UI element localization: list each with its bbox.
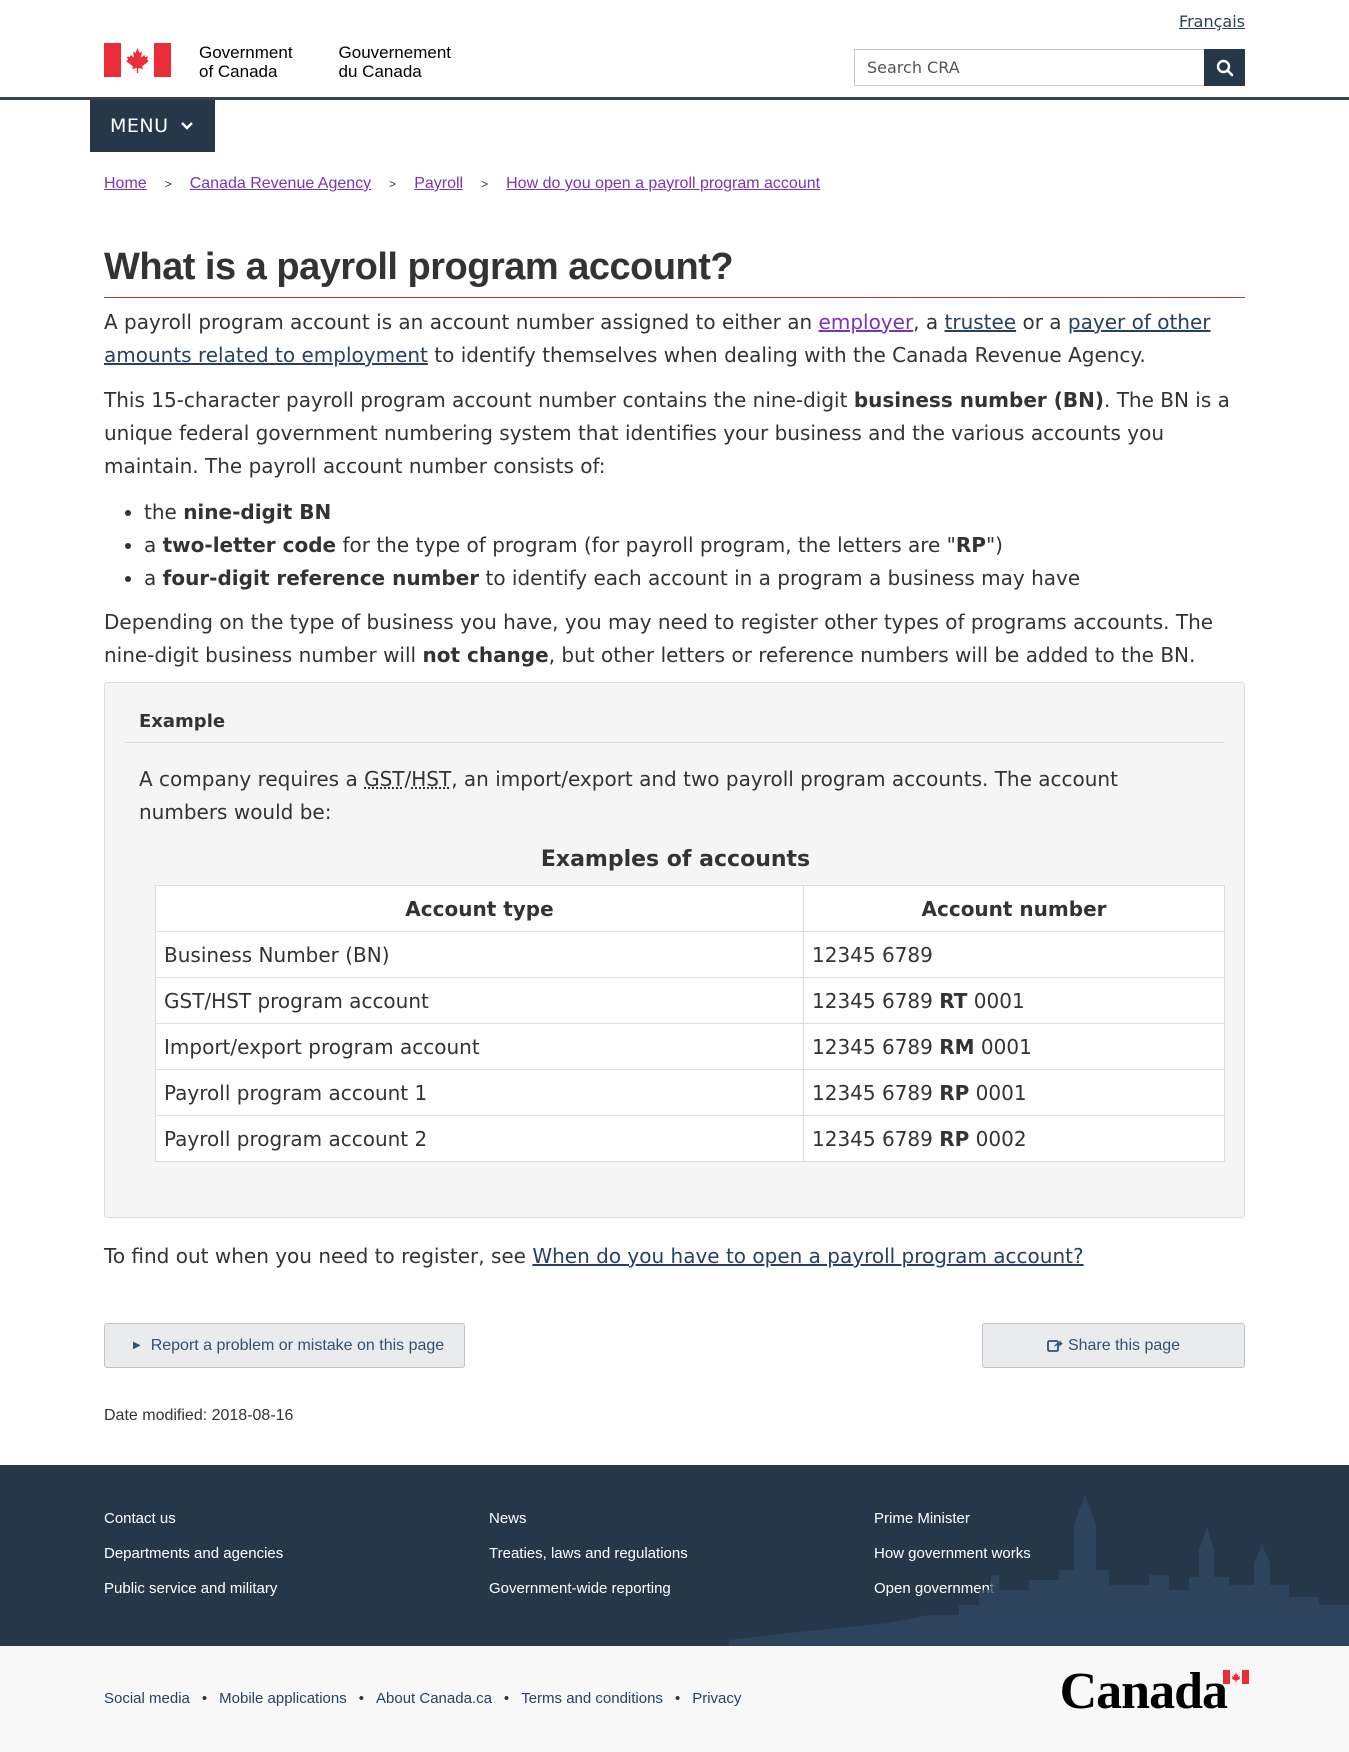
account-type-cell: Business Number (BN) bbox=[155, 931, 804, 978]
table-row: GST/HST program account 12345 6789 RT 00… bbox=[155, 977, 1225, 1024]
breadcrumb-open-account[interactable]: How do you open a payroll program accoun… bbox=[506, 175, 820, 193]
table-row: Business Number (BN) 12345 6789 bbox=[155, 931, 1225, 978]
footer-sub-link-about[interactable]: About Canada.ca bbox=[376, 1690, 492, 1707]
account-number-cell: 12345 6789 RT 0001 bbox=[803, 977, 1225, 1024]
footer-link-news[interactable]: News bbox=[489, 1501, 688, 1536]
breadcrumb-separator: > bbox=[164, 177, 172, 191]
account-type-cell: Payroll program account 2 bbox=[155, 1115, 804, 1162]
table-row: Payroll program account 2 12345 6789 RP … bbox=[155, 1115, 1225, 1162]
share-icon bbox=[1047, 1340, 1063, 1352]
table-caption: Examples of accounts bbox=[540, 847, 811, 872]
account-number-paragraph: This 15-character payroll program accoun… bbox=[104, 388, 1230, 478]
footer-column-2: News Treaties, laws and regulations Gove… bbox=[489, 1501, 688, 1606]
employer-link[interactable]: employer bbox=[819, 310, 914, 334]
footer-sub-link-social-media[interactable]: Social media bbox=[104, 1690, 190, 1707]
date-modified: Date modified: 2018-08-16 bbox=[104, 1407, 294, 1424]
canada-wordmark: Canada bbox=[1060, 1666, 1249, 1718]
report-problem-label: Report a problem or mistake on this page bbox=[150, 1336, 445, 1354]
list-item: a four-digit reference number to identif… bbox=[144, 562, 1245, 595]
footer-sub: Social media • Mobile applications • Abo… bbox=[0, 1646, 1349, 1752]
search-form bbox=[854, 49, 1245, 86]
breadcrumb-payroll[interactable]: Payroll bbox=[414, 175, 463, 193]
footer-sub-link-privacy[interactable]: Privacy bbox=[692, 1690, 741, 1707]
footer-sub-links: Social media • Mobile applications • Abo… bbox=[104, 1690, 741, 1707]
account-number-cell: 12345 6789 RP 0001 bbox=[803, 1069, 1225, 1116]
menu-label: MENU bbox=[110, 115, 169, 137]
separator-dot: • bbox=[358, 1690, 364, 1707]
search-icon bbox=[1216, 59, 1233, 76]
menu-button[interactable]: MENU bbox=[90, 100, 215, 152]
breadcrumb-separator: > bbox=[389, 177, 397, 191]
footer-column-1: Contact us Departments and agencies Publ… bbox=[104, 1501, 283, 1606]
list-item: a two-letter code for the type of progra… bbox=[144, 529, 1245, 562]
breadcrumb-cra[interactable]: Canada Revenue Agency bbox=[190, 175, 371, 193]
search-button[interactable] bbox=[1204, 49, 1245, 86]
signature-english: Government of Canada bbox=[199, 43, 293, 81]
search-input[interactable] bbox=[854, 49, 1204, 86]
date-modified-value: 2018-08-16 bbox=[211, 1407, 294, 1424]
share-page-button[interactable]: Share this page bbox=[982, 1323, 1245, 1368]
share-page-label: Share this page bbox=[1067, 1336, 1181, 1354]
example-panel: Example A company requires a GST/HST, an… bbox=[104, 682, 1245, 1218]
other-programs-paragraph: Depending on the type of business you ha… bbox=[104, 610, 1214, 667]
account-number-cell: 12345 6789 RM 0001 bbox=[803, 1023, 1225, 1070]
when-to-open-link[interactable]: When do you have to open a payroll progr… bbox=[532, 1244, 1083, 1268]
intro-paragraph: A payroll program account is an account … bbox=[104, 310, 1211, 367]
example-text: A company requires a GST/HST, an import/… bbox=[139, 767, 1118, 824]
footer-link-treaties[interactable]: Treaties, laws and regulations bbox=[489, 1536, 688, 1571]
separator-dot: • bbox=[674, 1690, 681, 1707]
account-type-cell: Payroll program account 1 bbox=[155, 1069, 804, 1116]
footer-main: Contact us Departments and agencies Publ… bbox=[0, 1465, 1349, 1646]
account-type-cell: GST/HST program account bbox=[155, 977, 804, 1024]
hst-abbr: HST bbox=[411, 767, 452, 791]
find-out-paragraph: To find out when you need to register, s… bbox=[104, 1244, 1084, 1268]
footer-link-reporting[interactable]: Government-wide reporting bbox=[489, 1571, 688, 1606]
wordmark-flag-icon bbox=[1223, 1670, 1249, 1684]
accounts-table: Account type Account number Business Num… bbox=[155, 885, 1225, 1162]
breadcrumb: Home > Canada Revenue Agency > Payroll >… bbox=[104, 175, 820, 193]
signature-french: Gouvernement du Canada bbox=[338, 43, 451, 81]
government-signature[interactable]: Government of Canada Gouvernement du Can… bbox=[104, 43, 451, 81]
column-header-account-type: Account type bbox=[155, 885, 804, 932]
account-number-cell: 12345 6789 bbox=[803, 931, 1225, 978]
parliament-skyline-icon bbox=[729, 1495, 1349, 1646]
canada-flag-icon bbox=[104, 43, 171, 77]
footer-sub-link-mobile-apps[interactable]: Mobile applications bbox=[219, 1690, 347, 1707]
report-problem-button[interactable]: ▶ Report a problem or mistake on this pa… bbox=[104, 1323, 465, 1368]
table-row: Payroll program account 1 12345 6789 RP … bbox=[155, 1069, 1225, 1116]
caret-right-icon: ▶ bbox=[133, 1340, 141, 1351]
account-number-cell: 12345 6789 RP 0002 bbox=[803, 1115, 1225, 1162]
breadcrumb-home[interactable]: Home bbox=[104, 175, 147, 193]
footer-link-public-service[interactable]: Public service and military bbox=[104, 1571, 283, 1606]
page-title: What is a payroll program account? bbox=[104, 246, 1245, 298]
account-type-cell: Import/export program account bbox=[155, 1023, 804, 1070]
trustee-link[interactable]: trustee bbox=[945, 310, 1017, 334]
table-row: Import/export program account 12345 6789… bbox=[155, 1023, 1225, 1070]
example-heading: Example bbox=[125, 711, 1224, 743]
language-toggle-link[interactable]: Français bbox=[1179, 12, 1245, 31]
footer-link-contact-us[interactable]: Contact us bbox=[104, 1501, 283, 1536]
wordmark-text: Canada bbox=[1059, 1663, 1228, 1720]
account-number-parts-list: the nine-digit BN a two-letter code for … bbox=[104, 496, 1245, 595]
separator-dot: • bbox=[201, 1690, 208, 1707]
separator-dot: • bbox=[503, 1690, 510, 1707]
breadcrumb-separator: > bbox=[481, 177, 489, 191]
footer-sub-link-terms[interactable]: Terms and conditions bbox=[521, 1690, 663, 1707]
footer-link-departments[interactable]: Departments and agencies bbox=[104, 1536, 283, 1571]
chevron-down-icon bbox=[180, 122, 193, 130]
gst-abbr: GST bbox=[364, 767, 405, 791]
list-item: the nine-digit BN bbox=[144, 496, 1245, 529]
column-header-account-number: Account number bbox=[803, 885, 1225, 932]
